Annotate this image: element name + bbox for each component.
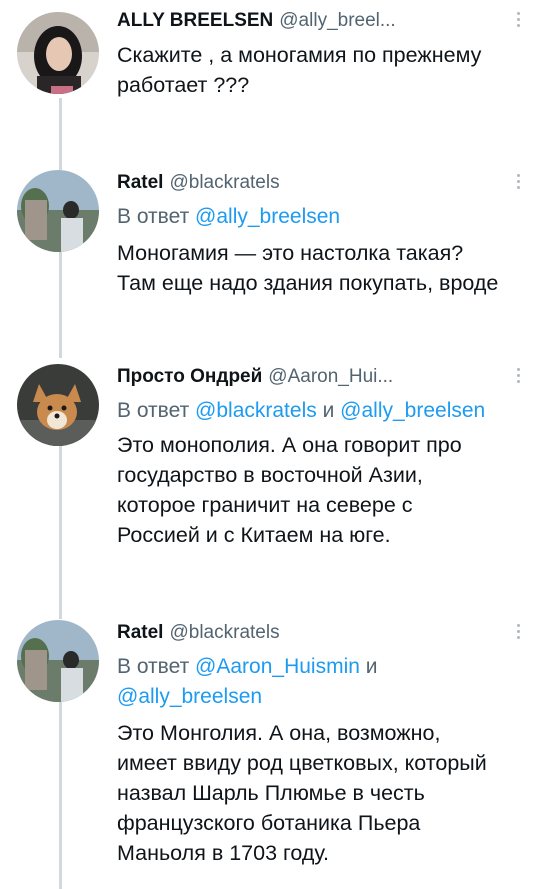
reply-context: В ответ @ally_breelsen	[117, 202, 520, 232]
tweet-text-line: Это монополия. А она говорит про	[117, 433, 462, 457]
tweet-text-line: которое граничит на севере с	[117, 493, 413, 517]
reply-handle-link[interactable]: @Aaron_Huismin	[195, 655, 360, 678]
more-options-icon[interactable]	[514, 368, 522, 383]
avatar-image	[17, 170, 99, 252]
thread-line	[59, 700, 62, 889]
reply-handle-link[interactable]: @blackratels	[195, 399, 317, 422]
tweet-text: Это монополия. А она говорит про государ…	[117, 430, 520, 550]
author-handle[interactable]: @Aaron_Hui...	[268, 366, 393, 388]
avatar[interactable]	[17, 12, 99, 94]
more-options-icon[interactable]	[514, 12, 522, 27]
reply-context: В ответ @blackratels и @ally_breelsen	[117, 396, 520, 426]
avatar-image	[17, 364, 99, 446]
tweet-text-line: Это Монголия. А она, возможно,	[117, 721, 441, 745]
author-name[interactable]: Ratel	[117, 172, 163, 194]
author-handle[interactable]: @ally_breel...	[279, 10, 395, 32]
author-handle[interactable]: @blackratels	[169, 622, 279, 644]
thread-line	[59, 98, 62, 170]
tweet-text: Моногамия — это настолка такая? Там еще …	[117, 238, 520, 298]
reply-prefix: В ответ	[117, 399, 190, 422]
tweet-text-line: Маньоля в 1703 году.	[117, 841, 329, 865]
avatar[interactable]	[17, 364, 99, 446]
reply-handle-link[interactable]: @ally_breelsen	[117, 685, 262, 708]
tweet-text-line: имеет ввиду род цветковых, который	[117, 751, 487, 775]
tweet-text-line: французского ботаника Пьера	[117, 811, 421, 835]
author-name[interactable]: Ratel	[117, 622, 163, 644]
tweet-text-line: Россией и с Китаем на юге.	[117, 523, 391, 547]
reply-joiner: и	[322, 399, 335, 422]
avatar-image	[17, 620, 99, 702]
more-options-icon[interactable]	[514, 174, 522, 189]
thread-line	[59, 250, 62, 358]
tweet-text-line: Моногамия — это настолка такая?	[117, 241, 464, 265]
reply-context: В ответ @Aaron_Huismin и @ally_breelsen	[117, 652, 520, 712]
avatar-image	[17, 12, 99, 94]
avatar[interactable]	[17, 620, 99, 702]
reply-joiner: и	[365, 655, 378, 678]
more-options-icon[interactable]	[514, 624, 522, 639]
reply-handle-link[interactable]: @ally_breelsen	[195, 205, 340, 228]
tweet-text-line: Скажите , а моногамия по прежнему	[117, 43, 482, 67]
author-name[interactable]: Просто Ондрей	[117, 366, 262, 388]
author-name[interactable]: ALLY BREELSEN	[117, 10, 273, 32]
tweet-text-line: работает ???	[117, 73, 250, 97]
reply-prefix: В ответ	[117, 655, 190, 678]
tweet-text-line: Там еще надо здания покупать, вроде	[117, 271, 499, 295]
tweet-text: Это Монголия. А она, возможно, имеет вви…	[117, 718, 520, 868]
tweet-text-line: назвал Шарль Плюмье в честь	[117, 781, 425, 805]
avatar[interactable]	[17, 170, 99, 252]
reply-prefix: В ответ	[117, 205, 190, 228]
author-handle[interactable]: @blackratels	[169, 172, 279, 194]
tweet-text-line: государство в восточной Азии,	[117, 463, 423, 487]
tweet-text: Скажите , а моногамия по прежнему работа…	[117, 40, 520, 100]
reply-handle-link[interactable]: @ally_breelsen	[340, 399, 485, 422]
thread-line	[59, 444, 62, 619]
